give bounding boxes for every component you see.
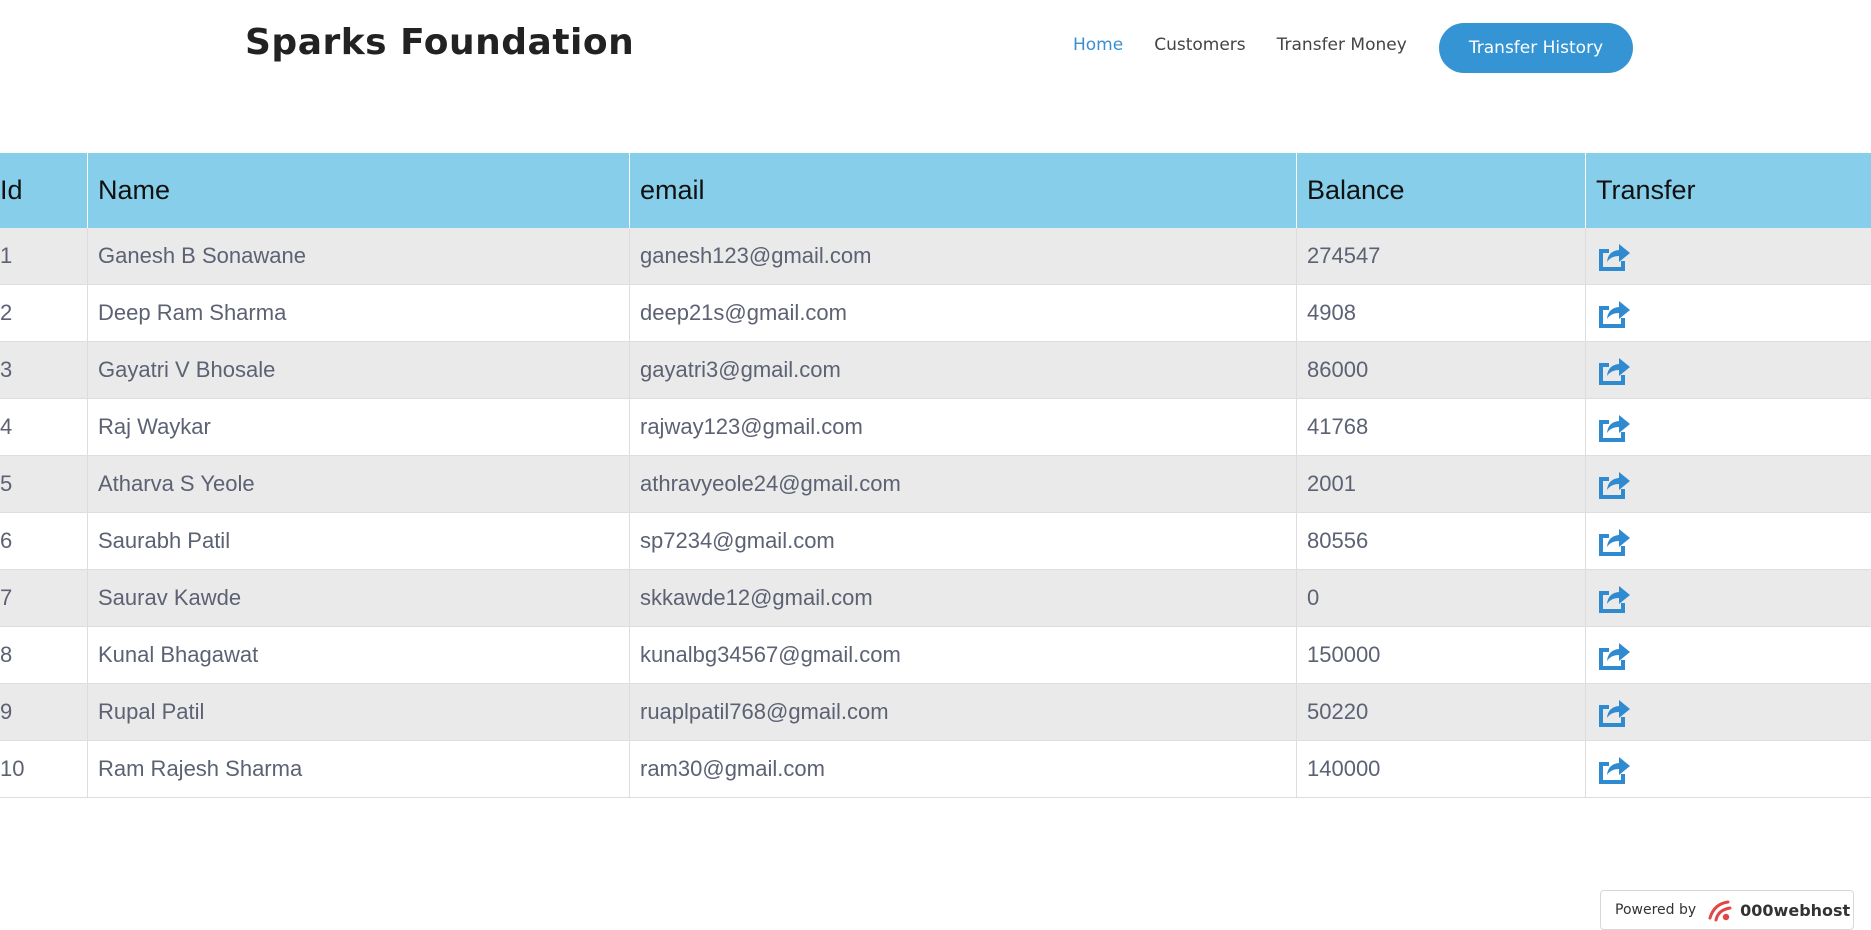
cell-name: Gayatri V Bhosale (88, 342, 630, 399)
cell-email: kunalbg34567@gmail.com (630, 627, 1297, 684)
table-row: 9Rupal Patilruaplpatil768@gmail.com50220 (0, 684, 1871, 741)
cell-balance: 86000 (1297, 342, 1586, 399)
cell-transfer (1586, 627, 1871, 684)
transfer-share-icon[interactable] (1596, 354, 1632, 386)
cell-id: 3 (0, 342, 88, 399)
site-header: Sparks Foundation Home Customers Transfe… (0, 0, 1871, 96)
cell-balance: 274547 (1297, 228, 1586, 285)
table-row: 6Saurabh Patilsp7234@gmail.com80556 (0, 513, 1871, 570)
customers-table: Id Name email Balance Transfer 1Ganesh B… (0, 153, 1871, 798)
cell-name: Atharva S Yeole (88, 456, 630, 513)
cell-name: Ganesh B Sonawane (88, 228, 630, 285)
cell-email: sp7234@gmail.com (630, 513, 1297, 570)
webhost-logo-icon (1706, 898, 1736, 922)
cell-balance: 50220 (1297, 684, 1586, 741)
column-header-name: Name (88, 153, 630, 228)
table-row: 1Ganesh B Sonawaneganesh123@gmail.com274… (0, 228, 1871, 285)
transfer-share-icon[interactable] (1596, 297, 1632, 329)
column-header-transfer: Transfer (1586, 153, 1871, 228)
transfer-share-icon[interactable] (1596, 753, 1632, 785)
transfer-share-icon[interactable] (1596, 696, 1632, 728)
cell-email: deep21s@gmail.com (630, 285, 1297, 342)
cell-id: 7 (0, 570, 88, 627)
column-header-balance: Balance (1297, 153, 1586, 228)
cell-balance: 4908 (1297, 285, 1586, 342)
table-row: 5Atharva S Yeoleathravyeole24@gmail.com2… (0, 456, 1871, 513)
brand-title[interactable]: Sparks Foundation (245, 22, 634, 63)
cell-transfer (1586, 684, 1871, 741)
table-header-row: Id Name email Balance Transfer (0, 153, 1871, 228)
powered-by-badge[interactable]: Powered by 000webhost (1600, 890, 1854, 930)
cell-name: Deep Ram Sharma (88, 285, 630, 342)
cell-transfer (1586, 342, 1871, 399)
transfer-share-icon[interactable] (1596, 411, 1632, 443)
cell-transfer (1586, 399, 1871, 456)
table-row: 2Deep Ram Sharmadeep21s@gmail.com4908 (0, 285, 1871, 342)
cell-id: 5 (0, 456, 88, 513)
cell-email: rajway123@gmail.com (630, 399, 1297, 456)
transfer-share-icon[interactable] (1596, 639, 1632, 671)
cell-name: Ram Rajesh Sharma (88, 741, 630, 798)
cell-balance: 150000 (1297, 627, 1586, 684)
nav-customers[interactable]: Customers (1154, 35, 1245, 55)
table-row: 8Kunal Bhagawatkunalbg34567@gmail.com150… (0, 627, 1871, 684)
host-name: 000webhost (1740, 901, 1850, 920)
table-row: 4Raj Waykarrajway123@gmail.com41768 (0, 399, 1871, 456)
cell-email: athravyeole24@gmail.com (630, 456, 1297, 513)
transfer-share-icon[interactable] (1596, 468, 1632, 500)
cell-email: ram30@gmail.com (630, 741, 1297, 798)
transfer-share-icon[interactable] (1596, 582, 1632, 614)
cell-id: 2 (0, 285, 88, 342)
cell-id: 1 (0, 228, 88, 285)
cell-name: Kunal Bhagawat (88, 627, 630, 684)
nav-transfer-money[interactable]: Transfer Money (1277, 35, 1407, 55)
cell-name: Saurabh Patil (88, 513, 630, 570)
cell-email: skkawde12@gmail.com (630, 570, 1297, 627)
transfer-share-icon[interactable] (1596, 525, 1632, 557)
cell-id: 6 (0, 513, 88, 570)
powered-by-label: Powered by (1615, 902, 1696, 918)
cell-email: ganesh123@gmail.com (630, 228, 1297, 285)
cell-name: Rupal Patil (88, 684, 630, 741)
cell-email: gayatri3@gmail.com (630, 342, 1297, 399)
column-header-email: email (630, 153, 1297, 228)
cell-transfer (1586, 570, 1871, 627)
cell-balance: 80556 (1297, 513, 1586, 570)
cell-transfer (1586, 456, 1871, 513)
cell-transfer (1586, 741, 1871, 798)
nav-home[interactable]: Home (1073, 35, 1123, 55)
cell-balance: 140000 (1297, 741, 1586, 798)
table-row: 10Ram Rajesh Sharmaram30@gmail.com140000 (0, 741, 1871, 798)
table-row: 3Gayatri V Bhosalegayatri3@gmail.com8600… (0, 342, 1871, 399)
transfer-history-button[interactable]: Transfer History (1439, 23, 1633, 73)
cell-email: ruaplpatil768@gmail.com (630, 684, 1297, 741)
cell-balance: 41768 (1297, 399, 1586, 456)
table-row: 7Saurav Kawdeskkawde12@gmail.com0 (0, 570, 1871, 627)
transfer-share-icon[interactable] (1596, 240, 1632, 272)
cell-id: 8 (0, 627, 88, 684)
cell-balance: 2001 (1297, 456, 1586, 513)
column-header-id: Id (0, 153, 88, 228)
main-nav: Home Customers Transfer Money (1073, 35, 1438, 55)
cell-id: 9 (0, 684, 88, 741)
cell-name: Raj Waykar (88, 399, 630, 456)
cell-transfer (1586, 285, 1871, 342)
cell-id: 4 (0, 399, 88, 456)
cell-transfer (1586, 228, 1871, 285)
cell-transfer (1586, 513, 1871, 570)
cell-name: Saurav Kawde (88, 570, 630, 627)
cell-id: 10 (0, 741, 88, 798)
cell-balance: 0 (1297, 570, 1586, 627)
